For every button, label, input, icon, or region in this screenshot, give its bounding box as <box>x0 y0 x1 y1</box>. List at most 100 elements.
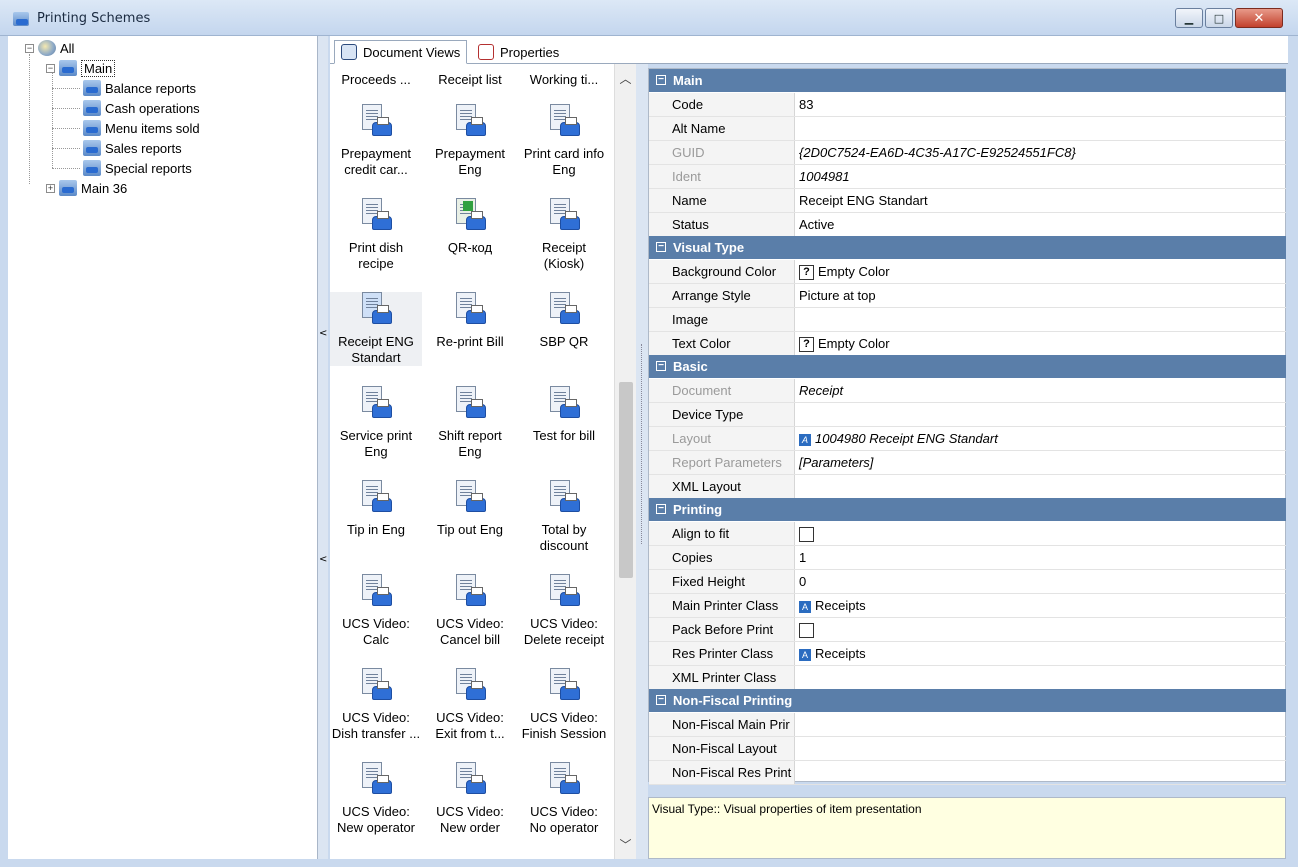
pack-before-print-checkbox[interactable] <box>799 623 814 639</box>
collapse-icon[interactable]: − <box>656 242 666 252</box>
tree-item-special-reports[interactable]: Special reports <box>83 158 192 178</box>
prop-row-align-to-fit[interactable]: Align to fit <box>649 522 1286 546</box>
prop-row-main-printer-class[interactable]: Main Printer Class A Receipts <box>649 594 1286 618</box>
tree-item-balance-reports[interactable]: Balance reports <box>83 78 196 98</box>
prop-row-status[interactable]: Status Active <box>649 213 1286 237</box>
collapse-icon[interactable]: − <box>656 504 666 514</box>
prop-row-arrange-style[interactable]: Arrange Style Picture at top <box>649 284 1286 308</box>
doc-item[interactable]: UCS Video: Delete receipt <box>518 574 610 648</box>
doc-item-label: UCS Video: <box>342 616 410 631</box>
category-non-fiscal-printing[interactable]: − Non-Fiscal Printing <box>649 689 1286 712</box>
scheme-tree: − All − Main Balance reports Cash operat… <box>8 36 318 859</box>
prop-row-copies[interactable]: Copies 1 <box>649 546 1286 570</box>
properties-icon <box>478 44 494 60</box>
prop-row-res-printer-class[interactable]: Res Printer Class A Receipts <box>649 642 1286 666</box>
doc-item[interactable]: UCS Video: Finish Session <box>518 668 610 742</box>
doc-item[interactable]: UCS Video: Calc <box>330 574 422 648</box>
doc-item[interactable]: UCS Video: No operator <box>518 762 610 836</box>
prop-row-code[interactable]: Code 83 <box>649 93 1286 117</box>
category-basic[interactable]: − Basic <box>649 355 1286 378</box>
scroll-down-icon[interactable]: ﹀ <box>615 836 636 856</box>
collapse-left-icon[interactable]: < <box>319 328 327 339</box>
category-visual-type[interactable]: − Visual Type <box>649 236 1286 259</box>
scroll-up-icon[interactable]: ︿ <box>615 70 636 90</box>
close-button[interactable]: ✕ <box>1235 8 1283 28</box>
doc-item[interactable]: UCS Video: Dish transfer ... <box>330 668 422 742</box>
doc-item[interactable]: Working ti... <box>518 72 610 88</box>
doc-item[interactable]: UCS Video: New order <box>424 762 516 836</box>
prop-row-non-fiscal-res-printer[interactable]: Non-Fiscal Res Print <box>649 761 1286 785</box>
prop-row-xml-layout[interactable]: XML Layout <box>649 475 1286 499</box>
tab-properties[interactable]: Properties <box>472 40 565 64</box>
collapse-left-icon[interactable]: < <box>319 554 327 565</box>
tree-item-all[interactable]: − All <box>25 38 74 58</box>
tree-item-label: Main <box>81 59 116 77</box>
prop-row-ident[interactable]: Ident 1004981 <box>649 165 1286 189</box>
maximize-button[interactable]: □ <box>1205 8 1233 28</box>
doc-item-label: Prepayment <box>434 146 506 161</box>
doc-item[interactable]: UCS Video: New operator <box>330 762 422 836</box>
prop-row-non-fiscal-layout[interactable]: Non-Fiscal Layout <box>649 737 1286 761</box>
prop-row-report-parameters[interactable]: Report Parameters [Parameters] <box>649 451 1286 475</box>
prop-row-guid[interactable]: GUID {2D0C7524-EA6D-4C35-A17C-E92524551FC… <box>649 141 1286 165</box>
doc-item-label: Eng <box>364 444 388 459</box>
doc-item[interactable]: Receipt list <box>424 72 516 88</box>
doc-item-label: Proceeds ... <box>341 72 411 87</box>
prop-row-non-fiscal-main-printer[interactable]: Non-Fiscal Main Prir <box>649 713 1286 737</box>
prop-row-alt-name[interactable]: Alt Name <box>649 117 1286 141</box>
doc-item-label: UCS Video: <box>530 710 598 725</box>
tree-item-menu-items-sold[interactable]: Menu items sold <box>83 118 200 138</box>
doc-item[interactable]: Receipt (Kiosk) <box>518 198 610 272</box>
doc-item[interactable]: Prepayment Eng <box>424 104 516 178</box>
collapse-icon[interactable]: − <box>656 75 666 85</box>
scroll-thumb[interactable] <box>619 382 633 578</box>
align-to-fit-checkbox[interactable] <box>799 527 814 543</box>
doc-item-label: Receipt <box>541 240 587 255</box>
doc-item[interactable]: Print dish recipe <box>330 198 422 272</box>
doc-item[interactable]: Print card info Eng <box>518 104 610 178</box>
doc-item[interactable]: Test for bill <box>518 386 610 444</box>
doc-item-label: credit car... <box>344 162 408 177</box>
category-main[interactable]: − Main <box>649 69 1286 92</box>
prop-row-name[interactable]: Name Receipt ENG Standart <box>649 189 1286 213</box>
prop-row-device-type[interactable]: Device Type <box>649 403 1286 427</box>
doc-item[interactable]: Shift report Eng <box>424 386 516 460</box>
doc-item[interactable]: Re-print Bill <box>424 292 516 350</box>
minimize-button[interactable]: ▁ <box>1175 8 1203 28</box>
tree-item-sales-reports[interactable]: Sales reports <box>83 138 182 158</box>
doc-item[interactable]: QR-код <box>424 198 516 256</box>
expand-icon[interactable]: + <box>46 183 55 193</box>
doc-item[interactable]: UCS Video: Cancel bill <box>424 574 516 648</box>
prop-row-document[interactable]: Document Receipt <box>649 379 1286 403</box>
tree-item-main[interactable]: − Main <box>46 58 116 78</box>
doc-item[interactable]: Proceeds ... <box>330 72 422 88</box>
collapse-icon[interactable]: − <box>25 43 34 53</box>
collapse-icon[interactable]: − <box>46 63 55 73</box>
prop-row-image[interactable]: Image <box>649 308 1286 332</box>
prop-row-text-color[interactable]: Text Color? Empty Color <box>649 332 1286 356</box>
document-views-scrollbar[interactable]: ︿ ﹀ <box>614 64 636 859</box>
doc-item[interactable]: UCS Video: Exit from t... <box>424 668 516 742</box>
doc-item[interactable]: Total by discount <box>518 480 610 554</box>
tree-splitter[interactable]: < < <box>318 36 328 859</box>
tree-item-cash-operations[interactable]: Cash operations <box>83 98 200 118</box>
prop-row-background-color[interactable]: Background Color? Empty Color <box>649 260 1286 284</box>
tab-document-views[interactable]: Document Views <box>334 40 468 64</box>
doc-item[interactable]: Receipt ENG Standart <box>330 292 422 366</box>
prop-row-pack-before-print[interactable]: Pack Before Print <box>649 618 1286 642</box>
prop-row-fixed-height[interactable]: Fixed Height 0 <box>649 570 1286 594</box>
collapse-icon[interactable]: − <box>656 695 666 705</box>
doc-item[interactable]: SBP QR <box>518 292 610 350</box>
doc-item[interactable]: Prepayment credit car... <box>330 104 422 178</box>
collapse-icon[interactable]: − <box>656 361 666 371</box>
prop-row-layout[interactable]: Layout A 1004980 Receipt ENG Standart <box>649 427 1286 451</box>
prop-row-xml-printer-class[interactable]: XML Printer Class <box>649 666 1286 690</box>
properties-splitter[interactable] <box>636 64 648 859</box>
doc-item[interactable]: Tip in Eng <box>330 480 422 538</box>
doc-item-label: Cancel bill <box>440 632 500 647</box>
category-printing[interactable]: − Printing <box>649 498 1286 521</box>
printer-document-icon <box>358 574 394 610</box>
tree-item-main-36[interactable]: + Main 36 <box>46 178 127 198</box>
doc-item[interactable]: Service print Eng <box>330 386 422 460</box>
doc-item[interactable]: Tip out Eng <box>424 480 516 538</box>
